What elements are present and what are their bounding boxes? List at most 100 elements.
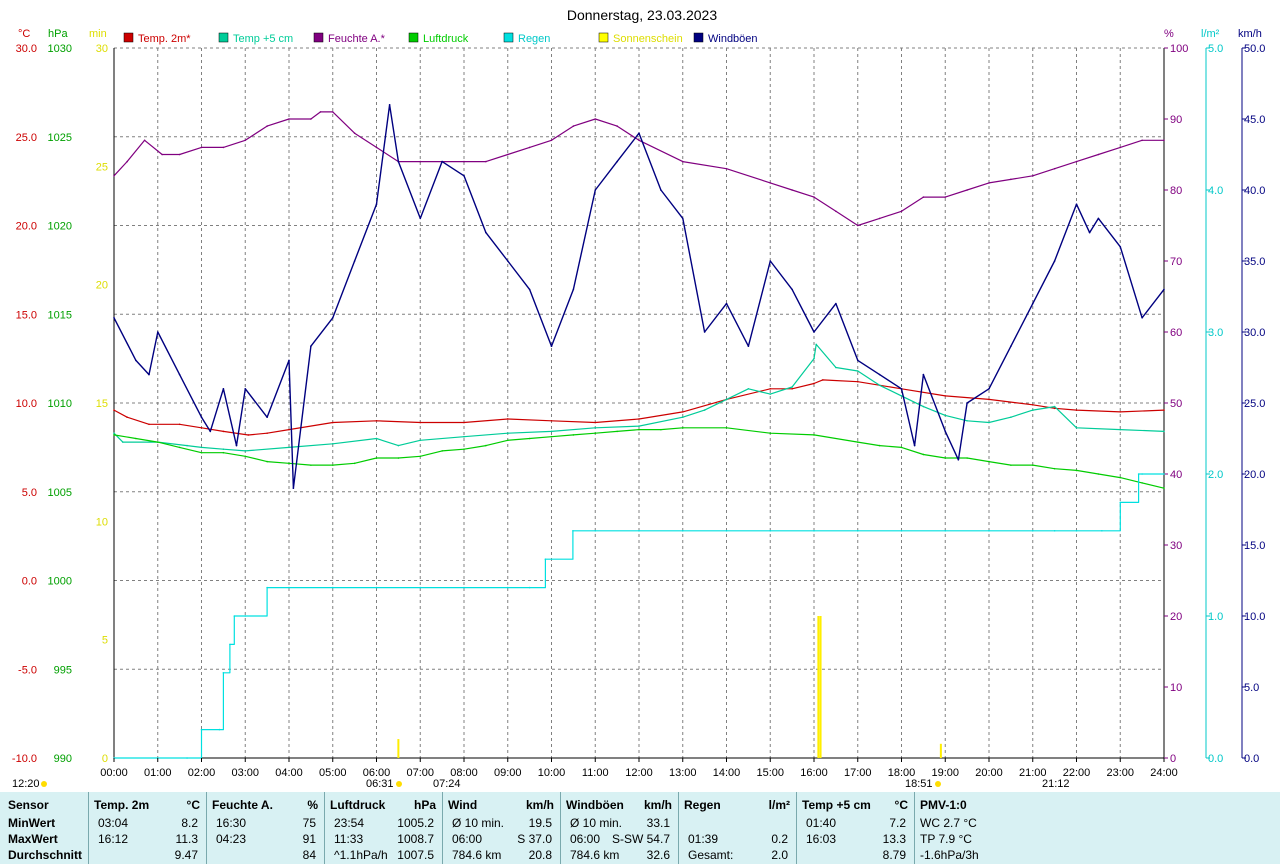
data-point-temp2m	[126, 416, 128, 419]
data-point-wind	[813, 331, 815, 333]
pressure-tick-label: 1000	[48, 576, 72, 588]
data-point-temp2m	[1119, 411, 1122, 413]
rain-tick-label: 1.0	[1208, 611, 1223, 623]
data-point-humidity	[835, 210, 837, 213]
data-point-wind	[944, 430, 947, 433]
data-point-wind	[388, 104, 391, 106]
data-point-pressure	[988, 460, 990, 463]
data-point-wind	[900, 388, 903, 390]
data-point-temp5cm	[397, 444, 400, 447]
temp5cm-row-time: 16:03	[806, 832, 837, 846]
data-point-pressure	[922, 453, 925, 456]
x-tick-label: 09:00	[494, 767, 522, 779]
luftdruck-header: Luftdruck	[330, 798, 386, 812]
data-point-rain	[681, 530, 684, 532]
data-point-temp5cm	[1053, 405, 1056, 408]
data-point-wind	[856, 359, 859, 362]
data-point-humidity	[200, 146, 203, 149]
data-point-humidity	[878, 217, 881, 220]
data-point-temp5cm	[419, 439, 422, 442]
data-point-pressure	[660, 428, 662, 431]
data-point-humidity	[485, 160, 487, 163]
data-point-temp2m	[247, 434, 250, 436]
stats-temp5cm-column: Temp +5 cm °C 01:40 7.2 16:03 13.3 8.79	[796, 792, 914, 864]
data-point-humidity	[550, 139, 553, 142]
data-point-humidity	[900, 210, 903, 213]
wind-row-value: S 37.0	[517, 832, 552, 846]
data-point-pressure	[638, 428, 640, 431]
x-tick-label: 03:00	[231, 767, 259, 779]
data-point-rain	[1031, 530, 1034, 532]
feuchte-unit: %	[307, 798, 318, 812]
data-point-pressure	[135, 437, 137, 440]
data-point-temp2m	[813, 382, 815, 385]
data-point-pressure	[966, 457, 968, 459]
stats-temp2m-column: Temp. 2m °C 03:04 8.2 16:12 11.3 9.47	[88, 792, 206, 864]
data-point-wind	[266, 416, 268, 419]
data-point-rain	[186, 757, 188, 759]
data-point-temp5cm	[463, 435, 465, 438]
humidity-tick-label: 60	[1170, 327, 1182, 339]
data-point-wind	[244, 388, 247, 390]
wind-row-value: 19.5	[528, 816, 552, 830]
data-point-wind	[485, 231, 487, 234]
data-point-humidity	[1141, 139, 1143, 142]
wind-tick-label: 40.0	[1244, 185, 1265, 197]
data-point-temp5cm	[375, 437, 378, 440]
humidity-tick-label: 20	[1170, 611, 1182, 623]
data-point-rain	[638, 530, 640, 532]
regen-header: Regen	[684, 798, 721, 812]
data-point-humidity	[353, 132, 356, 134]
pressure-tick-label: 1015	[48, 309, 72, 321]
sun-tick-label: 20	[96, 280, 108, 292]
data-point-pressure	[353, 462, 356, 465]
data-point-temp5cm	[725, 398, 728, 401]
data-point-wind	[331, 317, 334, 319]
temp2m-header: Temp. 2m	[94, 798, 150, 812]
humidity-tick-label: 50	[1170, 398, 1182, 410]
data-point-temp5cm	[815, 343, 817, 346]
data-point-wind	[681, 217, 684, 220]
data-point-rain	[229, 643, 231, 646]
humidity-tick-label: 80	[1170, 185, 1182, 197]
data-point-humidity	[681, 160, 684, 163]
windboen-row-value: 33.1	[646, 816, 670, 830]
temp5cm-row-value: 8.79	[882, 848, 906, 862]
data-point-temp2m	[506, 418, 509, 420]
data-point-rain	[331, 586, 334, 589]
rain-tick-label: 0.0	[1208, 753, 1223, 765]
legend-item-label: Regen	[518, 33, 550, 45]
humidity-tick-label: 40	[1170, 469, 1182, 481]
data-point-humidity	[331, 111, 334, 113]
data-point-humidity	[222, 146, 225, 149]
luftdruck-row-time: ^1.1hPa/h	[334, 848, 388, 862]
data-point-pressure	[878, 444, 881, 447]
sun-unit-label: min	[89, 28, 107, 40]
data-point-temp2m	[791, 388, 793, 390]
data-point-wind	[1010, 345, 1012, 348]
data-point-pressure	[813, 434, 815, 436]
temp-tick-label: -10.0	[12, 753, 37, 765]
data-point-temp2m	[1163, 409, 1165, 411]
data-point-temp2m	[681, 411, 684, 413]
pressure-unit-label: hPa	[48, 28, 68, 40]
data-point-temp5cm	[703, 409, 706, 411]
luftdruck-row-time: 23:54	[334, 816, 365, 830]
data-point-wind	[957, 459, 960, 461]
data-point-pressure	[178, 446, 181, 449]
humidity-tick-label: 10	[1170, 682, 1182, 694]
windboen-row-time: Ø 10 min.	[570, 816, 623, 830]
data-point-wind	[463, 175, 465, 177]
data-point-pressure	[1010, 464, 1012, 466]
data-point-temp2m	[1031, 403, 1034, 406]
data-point-wind	[769, 260, 772, 262]
pmv-row: TP 7.9 °C	[920, 832, 972, 846]
luftdruck-row-value: 1007.5	[397, 848, 434, 862]
wind-tick-label: 25.0	[1244, 398, 1265, 410]
pressure-tick-label: 1010	[48, 398, 72, 410]
data-point-wind	[506, 260, 509, 262]
data-point-humidity	[769, 182, 772, 184]
data-point-pressure	[1053, 467, 1056, 470]
moonrise-time: 07:24	[433, 778, 461, 790]
data-point-wind	[1119, 246, 1122, 248]
